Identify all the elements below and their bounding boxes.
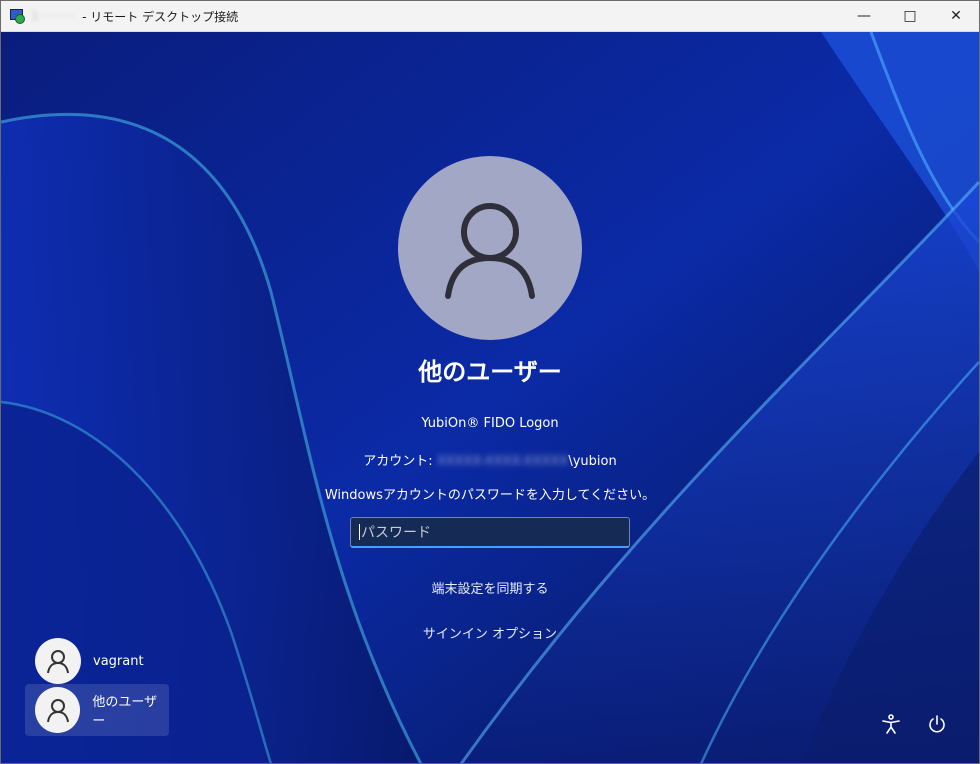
remote-desktop-app-icon[interactable]	[9, 8, 25, 24]
user-list-item-label: 他のユーザー	[92, 695, 158, 729]
account-label: アカウント:	[363, 454, 433, 469]
maximize-icon: □	[903, 8, 917, 24]
maximize-button[interactable]: □	[887, 1, 933, 31]
user-icon	[47, 650, 69, 674]
password-input[interactable]: パスワード	[350, 517, 630, 548]
lock-screen: 他のユーザー YubiOn® FIDO Logon アカウント: XXXXX-X…	[1, 32, 979, 763]
avatar	[35, 638, 81, 684]
user-avatar-large	[398, 156, 582, 340]
avatar	[35, 687, 81, 733]
title-bar[interactable]: 1········ - リモート デスクトップ接続 — □ ✕	[1, 1, 979, 32]
credential-provider-label: YubiOn® FIDO Logon	[421, 416, 559, 431]
selected-user-name: 他のユーザー	[418, 358, 562, 386]
minimize-button[interactable]: —	[841, 1, 887, 31]
password-placeholder: パスワード	[361, 525, 431, 541]
close-icon: ✕	[950, 8, 962, 24]
accessibility-icon	[882, 714, 900, 734]
user-icon	[445, 203, 535, 299]
close-button[interactable]: ✕	[933, 1, 979, 31]
window-title-host: 1········	[31, 9, 79, 23]
user-list-item-other-user[interactable]: 他のユーザー	[25, 684, 169, 736]
account-line: アカウント: XXXXX-XXXX-XXXXX\yubion	[1, 450, 979, 469]
password-prompt: Windowsアカウントのパスワードを入力してください。	[324, 488, 656, 503]
accessibility-button[interactable]	[877, 710, 905, 738]
account-domain-redacted: XXXXX-XXXX-XXXXX	[436, 454, 569, 469]
user-icon	[46, 699, 69, 723]
text-caret	[359, 524, 360, 540]
user-list-item-vagrant[interactable]: vagrant	[25, 635, 169, 687]
user-list-item-label: vagrant	[93, 653, 144, 669]
power-button[interactable]	[923, 710, 951, 738]
power-icon	[929, 715, 945, 733]
account-user: \yubion	[568, 454, 617, 469]
window-title: - リモート デスクトップ接続	[82, 9, 239, 24]
remote-desktop-window: 1········ - リモート デスクトップ接続 — □ ✕ 他のユーザー Y…	[0, 0, 980, 764]
sync-device-settings-link[interactable]: 端末設定を同期する	[1, 578, 979, 597]
minimize-icon: —	[857, 8, 871, 24]
